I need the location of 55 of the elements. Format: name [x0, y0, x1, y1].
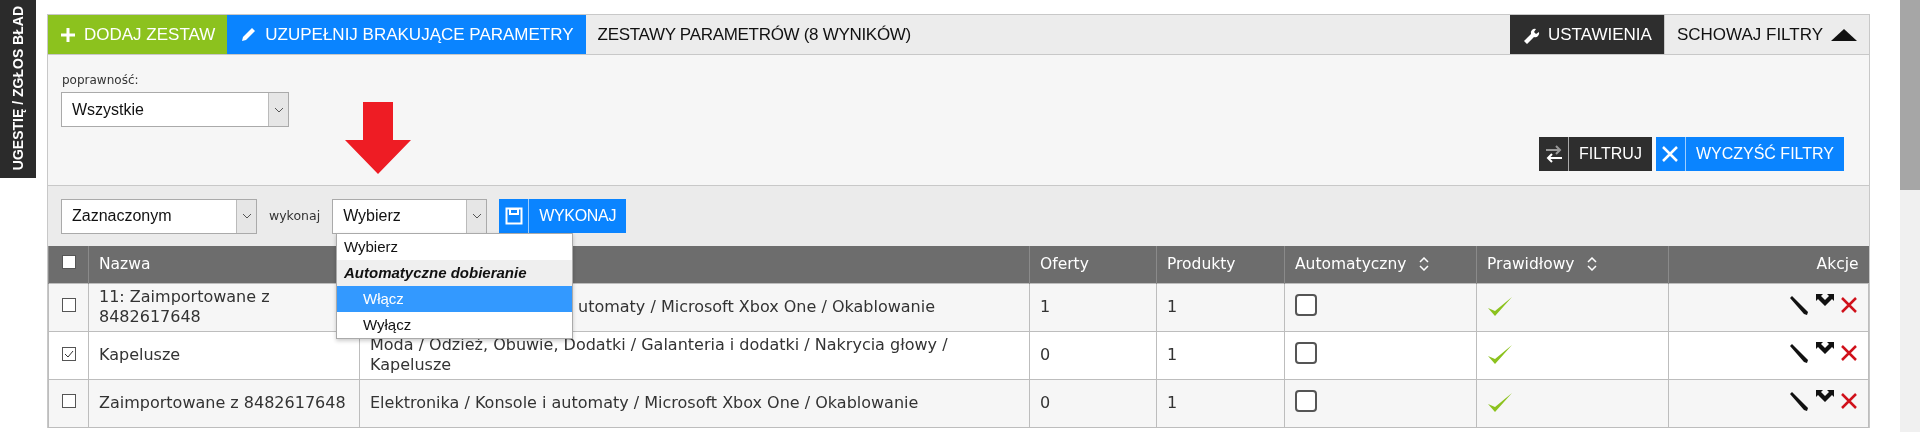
run-button[interactable]: WYKONAJ	[499, 199, 627, 233]
settings-button[interactable]: USTAWIENIA	[1510, 15, 1664, 54]
caret-up-icon	[1831, 27, 1857, 42]
automatic-checkbox[interactable]	[1295, 341, 1317, 364]
dropdown-option[interactable]: Wyłącz	[337, 312, 572, 338]
chevron-down-icon	[471, 213, 482, 219]
chevron-down-icon	[273, 106, 284, 113]
action-select[interactable]: Wybierz	[332, 198, 488, 234]
column-header[interactable]: Akcje	[1816, 254, 1859, 273]
table-cell: 1	[1167, 393, 1178, 412]
table-cell: Zaimportowane z 8482617648	[99, 393, 346, 412]
table-cell: 1	[1167, 297, 1178, 316]
column-header[interactable]: Nazwa	[99, 254, 151, 273]
pencil-icon	[239, 25, 258, 44]
annotation-arrow	[345, 102, 411, 174]
table-cell: utomaty / Microsoft Xbox One / Okablowanie	[578, 297, 935, 316]
table-cell: 0	[1040, 393, 1051, 412]
validity-select[interactable]: Wszystkie	[61, 92, 289, 127]
pencil-icon[interactable]	[1788, 390, 1810, 412]
select-all-checkbox[interactable]	[61, 254, 76, 269]
pencil-icon[interactable]	[1788, 342, 1810, 364]
row-checkbox[interactable]	[61, 347, 76, 361]
automatic-checkbox[interactable]	[1295, 389, 1317, 412]
save-icon	[504, 207, 523, 225]
table-cell: Kapelusze	[99, 345, 181, 364]
column-header[interactable]: Oferty	[1040, 254, 1089, 273]
side-tab[interactable]: UGESTIĘ / ZGŁOS BŁAD	[0, 0, 36, 178]
toolbar-title: ZESTAWY PARAMETRÓW (8 WYNIKÓW)	[596, 23, 912, 46]
delete-icon[interactable]	[1840, 344, 1858, 362]
filter-button[interactable]: FILTRUJ	[1539, 137, 1652, 171]
table-cell: 1	[1040, 297, 1051, 316]
clear-filters-button[interactable]: WYCZYŚĆ FILTRY	[1655, 137, 1844, 171]
close-icon	[1661, 145, 1680, 163]
automatic-checkbox[interactable]	[1295, 293, 1317, 316]
row-checkbox[interactable]	[61, 394, 76, 408]
dropdown-option[interactable]: Wybierz	[337, 234, 572, 260]
delete-icon[interactable]	[1840, 296, 1858, 314]
dropdown-group-label: Automatyczne dobieranie	[337, 260, 572, 286]
table-cell: 11: Zaimportowane z 8482617648	[99, 287, 270, 326]
fill-parameters-button[interactable]: UZUPEŁNIJ BRAKUJĄCE PARAMETRY	[227, 15, 586, 54]
plus-icon	[60, 26, 76, 43]
dropdown-option[interactable]: Włącz	[337, 286, 572, 312]
filter-label: poprawność:	[62, 72, 139, 89]
pencil-icon[interactable]	[1788, 294, 1810, 316]
row-checkbox[interactable]	[61, 298, 76, 312]
table-cell: 1	[1167, 345, 1178, 364]
check-icon	[62, 348, 75, 360]
chevron-down-icon	[241, 213, 252, 219]
swap-arrows-icon	[1543, 144, 1564, 164]
table-cell: 0	[1040, 345, 1051, 364]
delete-icon[interactable]	[1840, 392, 1858, 410]
table-cell: Elektronika / Konsole i automaty / Microsoft Xbox One / Okablowanie	[370, 393, 919, 412]
scope-select[interactable]: Zaznaczonym	[61, 198, 257, 234]
action-label: wykonaj	[269, 206, 321, 225]
scrollbar[interactable]	[1900, 0, 1920, 432]
